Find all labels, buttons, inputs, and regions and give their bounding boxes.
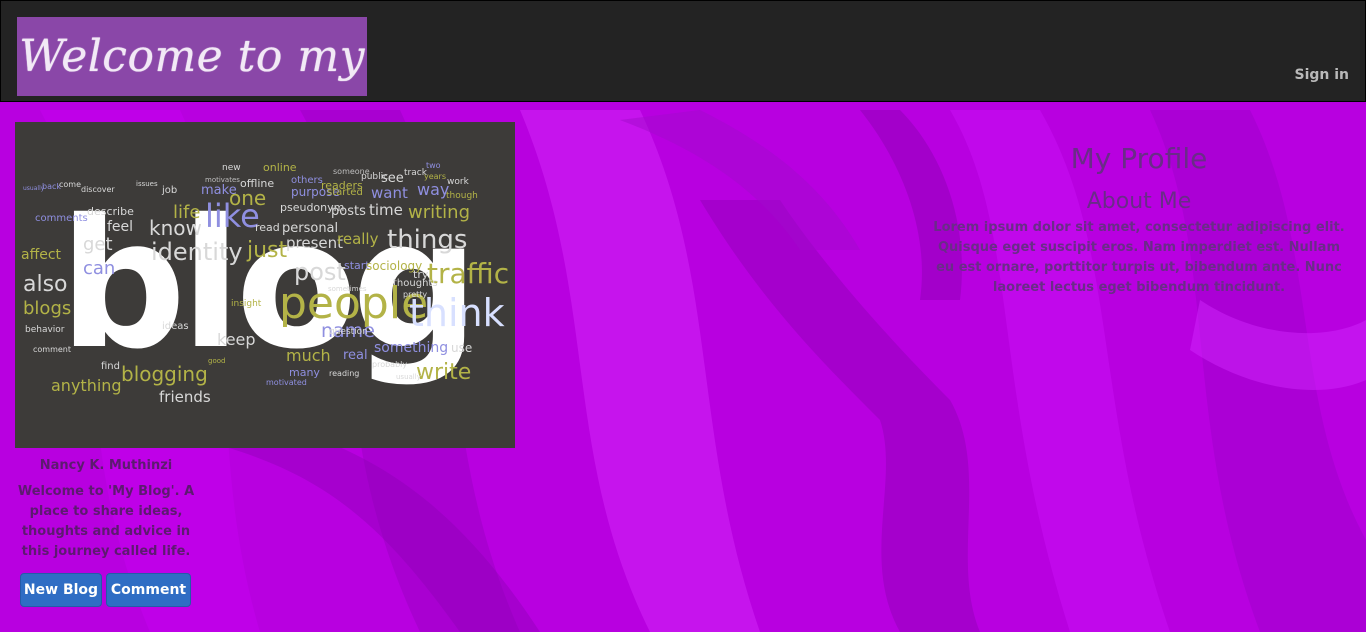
word-cloud-word: comments <box>35 213 88 224</box>
word-cloud-word: just <box>247 238 288 263</box>
author-bio: Welcome to 'My Blog'. A place to share i… <box>17 484 195 559</box>
word-cloud-word: work <box>447 177 469 187</box>
word-cloud-word: feel <box>107 219 134 235</box>
word-cloud-word: though <box>446 191 478 201</box>
word-cloud-word: really <box>337 230 379 248</box>
word-cloud-word: posts <box>331 204 366 219</box>
word-cloud-word: can <box>83 258 116 279</box>
word-cloud-word: motivated <box>266 378 307 387</box>
navbar: Welcome to my blog! Sign in <box>0 0 1366 102</box>
word-cloud-word: know <box>149 216 202 240</box>
word-cloud-word: discover <box>81 185 115 194</box>
word-cloud-word: two <box>426 161 441 170</box>
author-name: Nancy K. Muthinzi <box>39 458 173 473</box>
profile-image-word-cloud: blog new motivates online others someone read… <box>15 122 515 448</box>
word-cloud-word: new <box>222 163 241 173</box>
word-cloud-word: identity <box>151 238 243 266</box>
profile-section: My Profile About Me Lorem ipsum dolor si… <box>930 140 1348 298</box>
word-cloud-word: many <box>289 366 320 379</box>
word-cloud-word: present <box>286 234 344 252</box>
word-cloud-word: much <box>286 346 331 365</box>
comment-button[interactable]: Comment <box>106 573 191 607</box>
word-cloud-word: find <box>101 361 120 372</box>
word-cloud-word: also <box>23 272 68 297</box>
word-cloud-word: behavior <box>25 325 65 335</box>
word-cloud-word: blogs <box>23 298 72 319</box>
word-cloud-word: anything <box>51 376 122 395</box>
word-cloud-word: job <box>162 185 178 196</box>
word-cloud-word: something <box>374 340 449 356</box>
about-heading: About Me <box>1086 189 1192 214</box>
word-cloud-word: affect <box>21 247 62 263</box>
page-title: My Profile <box>1070 142 1208 175</box>
word-cloud-word: ideas <box>162 321 189 332</box>
word-cloud-word: writing <box>408 202 471 223</box>
word-cloud-word: use <box>451 341 473 355</box>
word-cloud-word: blogging <box>121 362 208 386</box>
word-cloud-word: good <box>208 357 226 365</box>
word-cloud-word: traffic <box>427 257 510 290</box>
word-cloud-word: want <box>371 184 408 202</box>
word-cloud-word: come <box>59 180 82 189</box>
word-cloud-word: write <box>416 360 472 385</box>
word-cloud-word: issues <box>136 180 158 188</box>
sign-in-link[interactable]: Sign in <box>1294 67 1349 83</box>
word-cloud-word: time <box>369 201 403 219</box>
word-cloud-word: comment <box>33 345 72 354</box>
word-cloud-word: question <box>329 327 368 337</box>
word-cloud-word: things <box>387 225 468 255</box>
word-cloud-word: sometimes <box>328 285 367 293</box>
about-text: Lorem ipsum dolor sit amet, consectetur … <box>933 220 1345 295</box>
new-blog-button[interactable]: New Blog <box>20 573 102 607</box>
word-cloud-word: get <box>83 234 113 255</box>
word-cloud-word: real <box>343 348 368 363</box>
word-cloud-word: friends <box>159 388 211 406</box>
word-cloud-word: think <box>409 291 505 335</box>
word-cloud-word: reading <box>329 369 360 378</box>
word-cloud-word: keep <box>217 330 256 349</box>
word-cloud-word: pretty <box>403 290 428 299</box>
word-cloud-word: probably <box>372 360 408 369</box>
word-cloud-word: insight <box>231 299 262 309</box>
word-cloud-word: like <box>205 197 260 235</box>
word-cloud-word: read <box>255 221 280 234</box>
brand-logo-text: Welcome to my blog! <box>19 31 365 82</box>
profile-card: Nancy K. Muthinzi Welcome to 'My Blog'. … <box>15 456 197 562</box>
word-cloud-word: describe <box>87 205 134 218</box>
word-cloud-word: online <box>263 161 297 174</box>
word-cloud-word: way <box>417 180 450 199</box>
word-cloud-word: started <box>327 187 363 198</box>
brand-logo-link[interactable]: Welcome to my blog! <box>17 17 367 96</box>
word-cloud-word: usually <box>396 373 421 381</box>
